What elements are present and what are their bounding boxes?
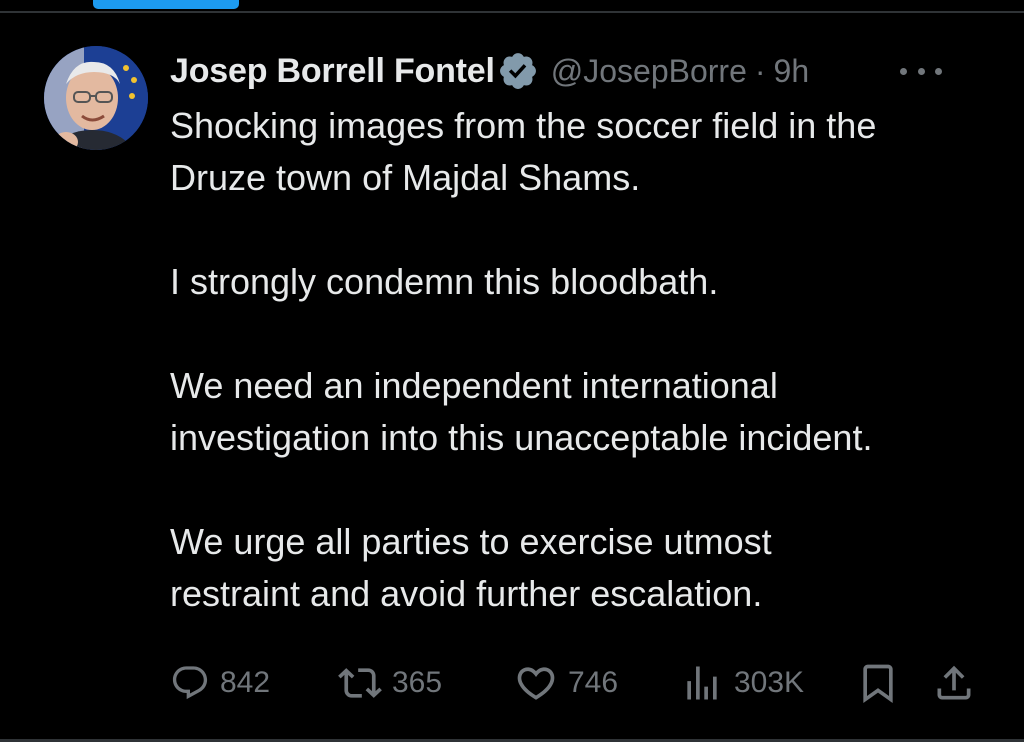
reply-count: 842 bbox=[220, 666, 271, 699]
verified-badge-icon bbox=[499, 53, 536, 89]
like-button[interactable]: 746 bbox=[514, 656, 618, 710]
timestamp[interactable]: 9h bbox=[774, 53, 810, 90]
share-button[interactable] bbox=[932, 656, 976, 710]
tweet-paragraph: We need an independent international inv… bbox=[170, 365, 873, 458]
tweet-header: Josep Borrell Fontel @JosepBorre · 9h bbox=[170, 46, 990, 96]
author-handle[interactable]: @JosepBorre bbox=[551, 53, 747, 90]
reply-icon bbox=[172, 666, 208, 700]
share-icon bbox=[937, 665, 971, 700]
retweet-count: 365 bbox=[392, 666, 443, 699]
tweet-screen: Josep Borrell Fontel @JosepBorre · 9h Sh… bbox=[0, 0, 1024, 742]
author-display-name[interactable]: Josep Borrell Fontel bbox=[170, 52, 495, 91]
tweet-paragraph: I strongly condemn this bloodbath. bbox=[170, 261, 719, 302]
top-divider bbox=[0, 11, 1024, 13]
dot bbox=[935, 67, 942, 75]
tweet-text: Shocking images from the soccer field in… bbox=[170, 100, 1000, 672]
retweet-button[interactable]: 365 bbox=[338, 656, 442, 710]
tweet-paragraph: We urge all parties to exercise utmost r… bbox=[170, 521, 772, 614]
tweet-paragraph: Shocking images from the soccer field in… bbox=[170, 105, 877, 198]
tweet-actions-bar: 842 365 746 303K bbox=[170, 656, 980, 710]
like-count: 746 bbox=[568, 666, 619, 699]
bookmark-icon bbox=[863, 664, 893, 704]
separator-dot: · bbox=[754, 52, 766, 89]
dot bbox=[917, 67, 925, 75]
reply-button[interactable]: 842 bbox=[170, 656, 270, 710]
bookmark-button[interactable] bbox=[856, 656, 900, 710]
views-count: 303K bbox=[734, 666, 805, 699]
heart-icon bbox=[517, 667, 555, 700]
avatar[interactable] bbox=[44, 46, 148, 150]
active-tab-indicator bbox=[93, 0, 239, 9]
dot bbox=[900, 67, 907, 75]
more-dots-icon[interactable] bbox=[900, 61, 942, 81]
avatar-portrait bbox=[44, 46, 148, 150]
views-button[interactable]: 303K bbox=[680, 656, 804, 710]
views-chart-icon bbox=[687, 666, 717, 700]
retweet-icon bbox=[338, 668, 382, 698]
